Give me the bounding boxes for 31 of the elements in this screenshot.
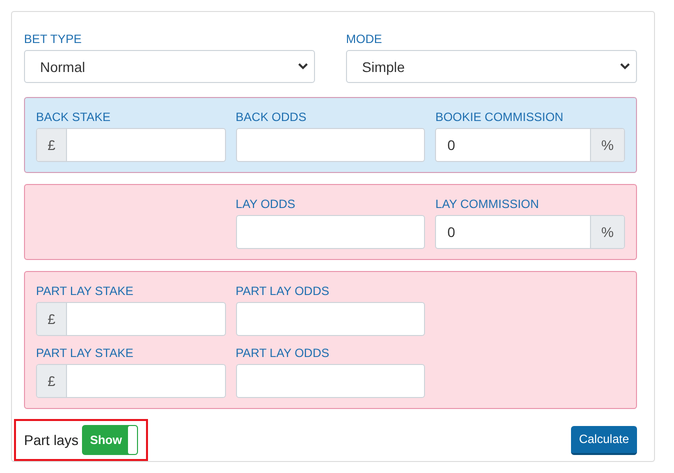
field-label: PART LAY STAKE — [36, 284, 134, 298]
field-label: PART LAY ODDS — [236, 346, 330, 360]
input-field[interactable] — [236, 302, 426, 336]
input-field[interactable] — [236, 364, 426, 398]
chevron-down-icon — [298, 63, 308, 70]
calculate-button[interactable]: Calculate — [570, 426, 637, 454]
field-label: PART LAY ODDS — [236, 284, 330, 298]
field-label: BOOKIE COMMISSION — [435, 110, 564, 124]
input-field[interactable] — [236, 215, 426, 249]
percent-addon: % — [590, 216, 624, 248]
currency-addon: £ — [37, 129, 67, 161]
field-label: BACK ODDS — [236, 110, 308, 124]
input-field[interactable]: 0 % — [435, 215, 625, 249]
select-field[interactable]: Simple — [346, 50, 637, 83]
select-field[interactable]: Normal — [24, 50, 315, 83]
select-label: MODE — [346, 32, 383, 46]
input-field[interactable]: £ — [36, 128, 226, 162]
field-label: LAY COMMISSION — [435, 197, 540, 211]
input-field[interactable] — [236, 128, 426, 162]
input-field[interactable]: £ — [36, 364, 226, 398]
part-lays-label: Part lays — [24, 432, 78, 448]
percent-addon: % — [590, 129, 624, 161]
select-label: BET TYPE — [24, 32, 83, 46]
currency-addon: £ — [37, 365, 67, 397]
input-field[interactable]: £ — [36, 302, 226, 336]
input-field[interactable]: 0 % — [435, 128, 625, 162]
currency-addon: £ — [37, 303, 67, 335]
field-label: PART LAY STAKE — [36, 346, 134, 360]
chevron-down-icon — [620, 63, 630, 70]
field-label: BACK STAKE — [36, 110, 112, 124]
field-label: LAY ODDS — [236, 197, 296, 211]
